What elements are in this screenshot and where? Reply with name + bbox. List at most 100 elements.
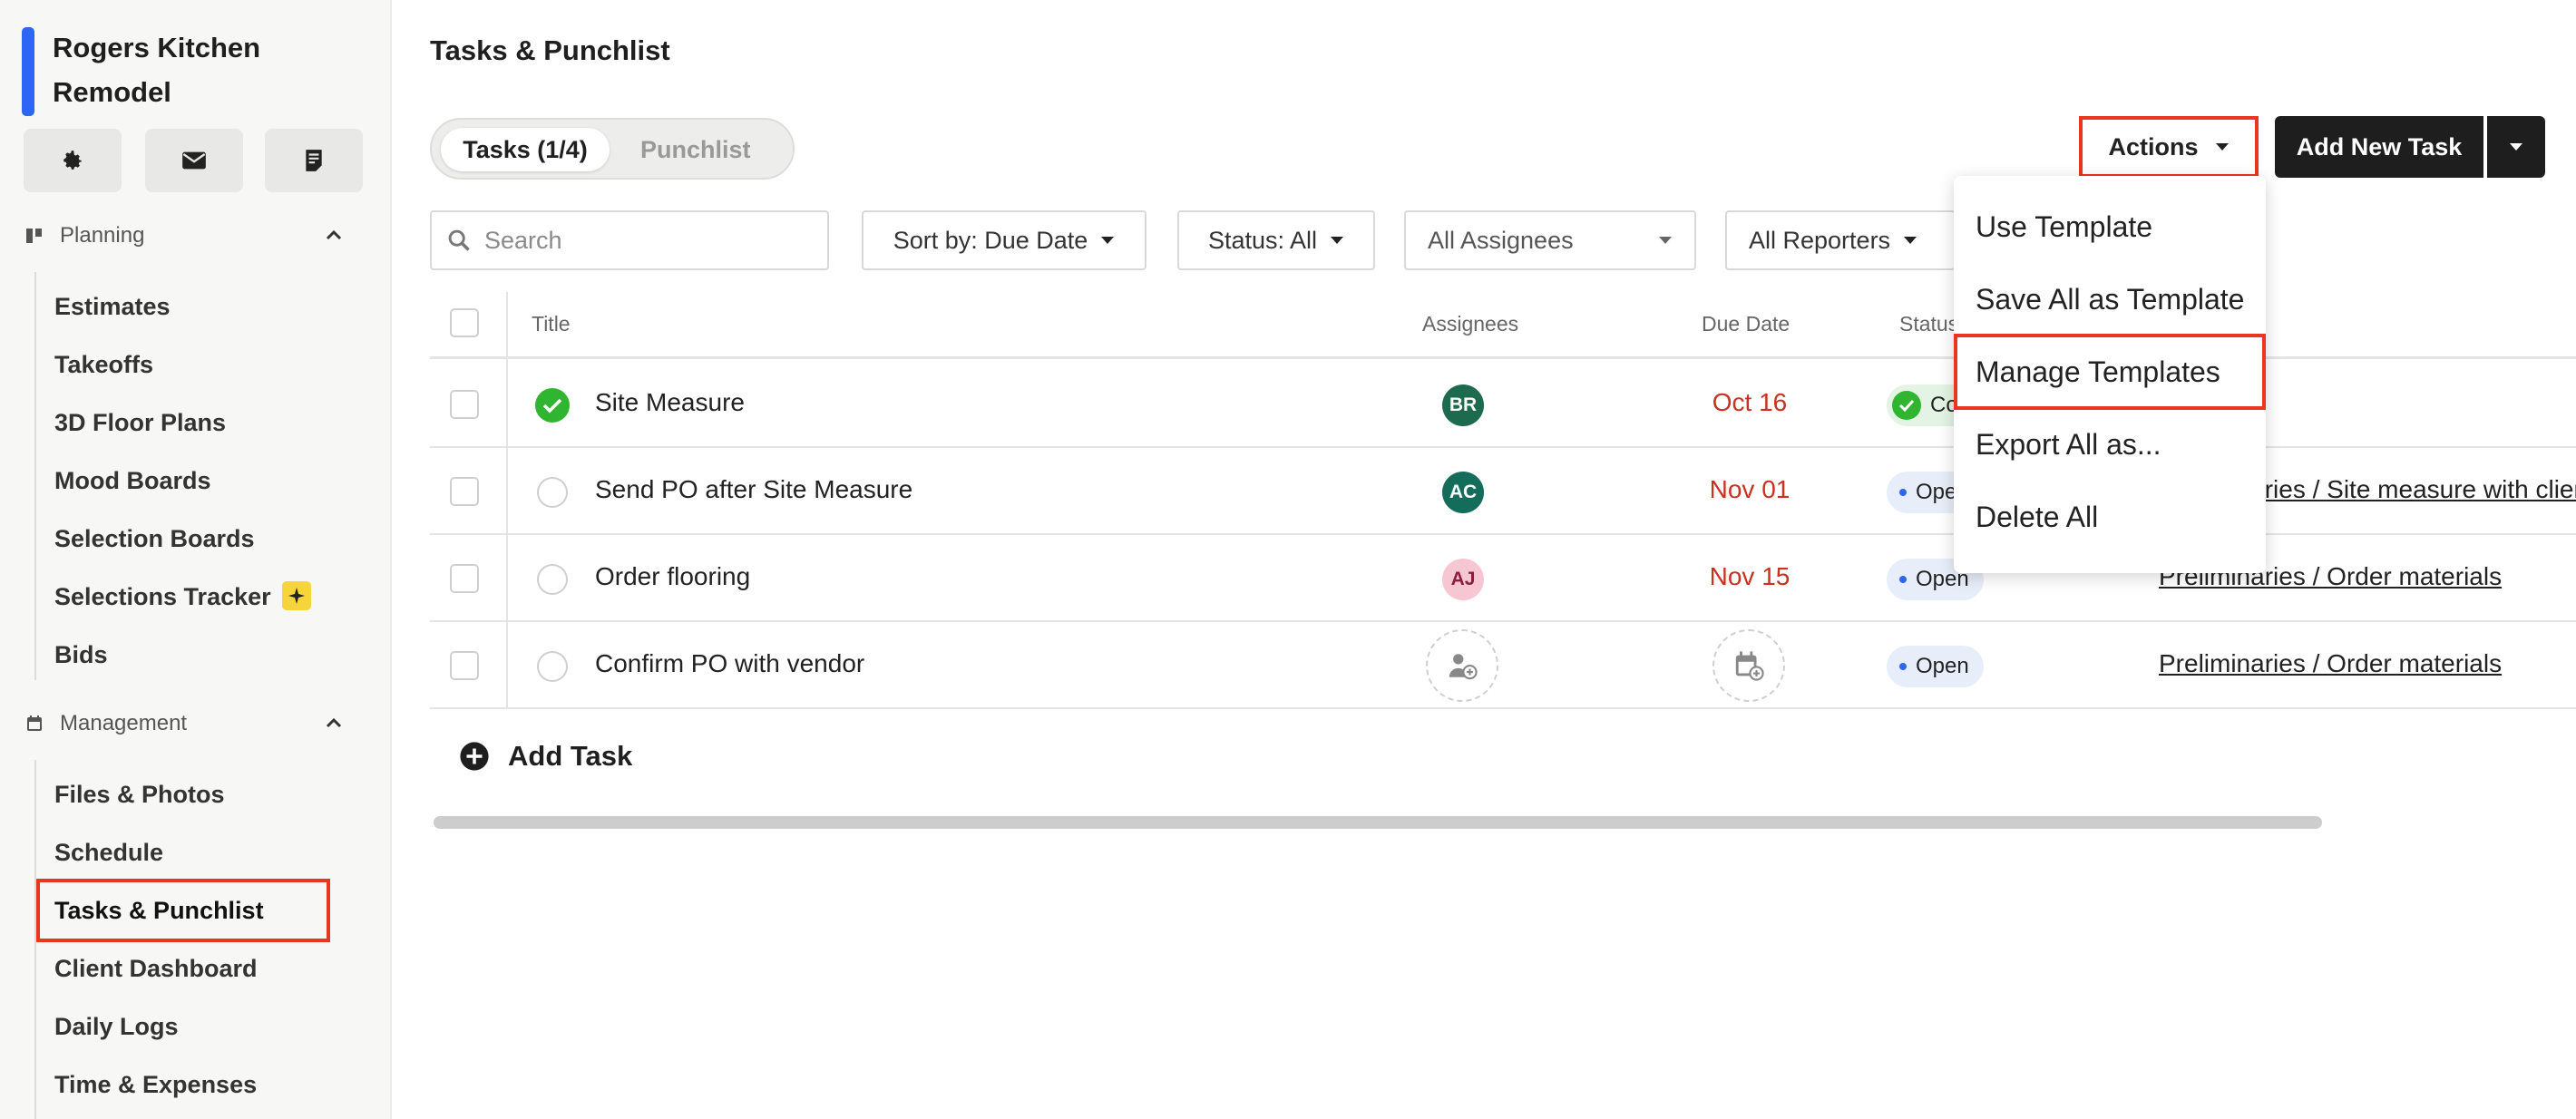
- caret-down-icon: [1659, 237, 1672, 244]
- actions-label: Actions: [2108, 132, 2199, 161]
- incomplete-circle-icon[interactable]: [537, 564, 568, 595]
- caret-down-icon: [2510, 143, 2522, 151]
- chevron-up-icon[interactable]: [323, 225, 345, 247]
- sidebar-item-estimates[interactable]: Estimates: [54, 277, 171, 336]
- status-filter-dropdown[interactable]: Status: All: [1177, 210, 1375, 270]
- sidebar-item-bids[interactable]: Bids: [54, 626, 108, 684]
- add-person-icon: [1449, 654, 1478, 680]
- avatar[interactable]: AC: [1442, 472, 1484, 513]
- calendar-icon: [25, 715, 45, 733]
- select-all-checkbox[interactable]: [450, 308, 479, 337]
- caret-down-icon: [1904, 237, 1917, 244]
- due-date[interactable]: Nov 01: [1693, 475, 1807, 504]
- reporters-filter-label: All Reporters: [1749, 226, 1891, 254]
- status-dot-icon: [1899, 489, 1907, 496]
- row-checkbox[interactable]: [450, 651, 479, 680]
- task-title[interactable]: Confirm PO with vendor: [595, 649, 864, 678]
- sidebar-item-time-expenses[interactable]: Time & Expenses: [54, 1056, 257, 1114]
- add-assignee-button[interactable]: [1426, 629, 1498, 702]
- search-input[interactable]: Search: [430, 210, 829, 270]
- sort-dropdown[interactable]: Sort by: Due Date: [862, 210, 1147, 270]
- messages-button[interactable]: [145, 129, 243, 192]
- chevron-up-icon[interactable]: [323, 713, 345, 735]
- planning-rail: [34, 272, 36, 680]
- avatar[interactable]: BR: [1442, 384, 1484, 426]
- sidebar-item-selection-boards[interactable]: Selection Boards: [54, 510, 255, 568]
- add-new-task-button[interactable]: Add New Task: [2275, 116, 2483, 178]
- sidebar-item-label: Selections Tracker: [54, 583, 271, 610]
- menu-item-export-all[interactable]: Export All as...: [1954, 408, 2266, 481]
- gear-icon: [63, 151, 82, 170]
- section-planning-label: Planning: [60, 223, 145, 248]
- task-title[interactable]: Order flooring: [595, 562, 750, 591]
- incomplete-circle-icon[interactable]: [537, 477, 568, 508]
- row-checkbox[interactable]: [450, 564, 479, 593]
- column-due-date: Due Date: [1702, 312, 1791, 336]
- column-assignees: Assignees: [1422, 312, 1519, 336]
- plus-circle-icon: [460, 742, 489, 771]
- column-title: Title: [532, 312, 571, 336]
- row-checkbox[interactable]: [450, 390, 479, 419]
- due-date[interactable]: Nov 15: [1693, 562, 1807, 591]
- menu-item-manage-templates[interactable]: Manage Templates: [1954, 334, 2266, 410]
- assignees-filter-dropdown[interactable]: All Assignees: [1404, 210, 1696, 270]
- add-calendar-icon: [1735, 651, 1764, 681]
- caret-down-icon: [1331, 237, 1344, 244]
- sidebar-item-schedule[interactable]: Schedule: [54, 823, 163, 881]
- sidebar-item-selections-tracker[interactable]: Selections Tracker: [54, 568, 311, 626]
- tab-tasks[interactable]: Tasks (1/4): [441, 128, 610, 171]
- check-icon: [1892, 391, 1921, 420]
- caret-down-icon: [1101, 237, 1115, 244]
- planning-icon: [25, 227, 45, 245]
- sidebar-item-files-photos[interactable]: Files & Photos: [54, 765, 225, 823]
- assignees-filter-label: All Assignees: [1428, 226, 1574, 254]
- status-badge[interactable]: Open: [1887, 646, 1984, 687]
- actions-button[interactable]: Actions: [2079, 116, 2259, 178]
- row-checkbox[interactable]: [450, 477, 479, 506]
- horizontal-scrollbar[interactable]: [434, 816, 2322, 829]
- sidebar-item-takeoffs[interactable]: Takeoffs: [54, 336, 153, 394]
- notes-icon: [306, 150, 322, 171]
- search-placeholder: Search: [484, 226, 562, 254]
- tasks-punchlist-toggle: Tasks (1/4) Punchlist: [430, 118, 795, 180]
- mail-icon: [182, 151, 206, 170]
- sidebar-item-tasks-punchlist[interactable]: Tasks & Punchlist: [54, 881, 264, 939]
- reporters-filter-dropdown[interactable]: All Reporters: [1725, 210, 1956, 270]
- section-planning-header[interactable]: Planning: [25, 216, 352, 256]
- task-title[interactable]: Send PO after Site Measure: [595, 475, 912, 504]
- column-status: Status: [1899, 312, 1959, 336]
- status-dot-icon: [1899, 663, 1907, 670]
- notes-button[interactable]: [265, 129, 363, 192]
- settings-button[interactable]: [24, 129, 122, 192]
- sidebar-item-client-dashboard[interactable]: Client Dashboard: [54, 939, 258, 997]
- caret-down-icon: [2215, 143, 2229, 151]
- menu-item-delete-all[interactable]: Delete All: [1954, 481, 2266, 553]
- sidebar: Rogers Kitchen Remodel Planning Estimate…: [0, 0, 392, 1119]
- sidebar-item-mood-boards[interactable]: Mood Boards: [54, 452, 211, 510]
- actions-menu: Use Template Save All as Template Manage…: [1954, 176, 2266, 573]
- sidebar-item-3d-floor-plans[interactable]: 3D Floor Plans: [54, 394, 226, 452]
- project-color-bar: [22, 27, 34, 116]
- task-group-link[interactable]: Preliminaries / Order materials: [2159, 649, 2502, 678]
- status-dot-icon: [1899, 576, 1907, 583]
- add-due-date-button[interactable]: [1712, 629, 1785, 702]
- status-filter-label: Status: All: [1207, 226, 1318, 254]
- table-row[interactable]: Confirm PO with vendor Open Preliminarie…: [430, 622, 2576, 709]
- section-management-header[interactable]: Management: [25, 704, 352, 744]
- sort-label: Sort by: Due Date: [893, 226, 1088, 254]
- add-task-button[interactable]: Add Task: [459, 740, 632, 773]
- due-date[interactable]: Oct 16: [1693, 388, 1807, 417]
- search-icon: [448, 229, 470, 251]
- sparkle-icon: [281, 580, 311, 610]
- menu-item-use-template[interactable]: Use Template: [1954, 190, 2266, 263]
- project-title: Rogers Kitchen Remodel: [53, 32, 261, 108]
- add-new-task-dropdown-button[interactable]: [2487, 116, 2545, 178]
- incomplete-circle-icon[interactable]: [537, 651, 568, 682]
- menu-item-save-all-as-template[interactable]: Save All as Template: [1954, 263, 2266, 336]
- sidebar-item-daily-logs[interactable]: Daily Logs: [54, 997, 179, 1056]
- add-task-label: Add Task: [508, 740, 633, 772]
- completed-check-icon[interactable]: [535, 388, 570, 423]
- task-title[interactable]: Site Measure: [595, 388, 745, 417]
- avatar[interactable]: AJ: [1442, 559, 1484, 600]
- tab-punchlist[interactable]: Punchlist: [640, 128, 751, 171]
